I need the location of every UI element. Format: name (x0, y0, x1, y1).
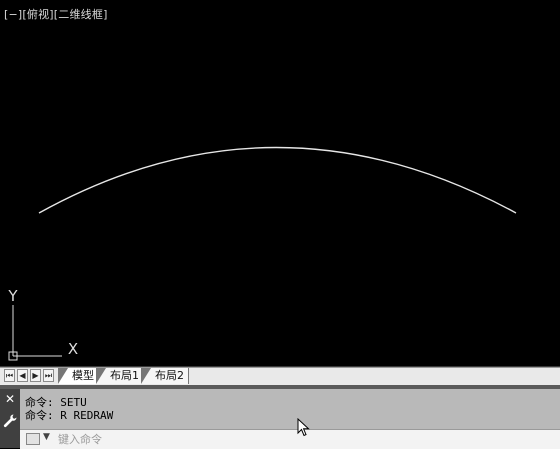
mouse-pointer-icon (297, 418, 310, 437)
ucs-icon: Y X (7, 287, 78, 361)
drawing-canvas[interactable]: Y X (0, 0, 560, 366)
last-tab-button[interactable]: ⏭ (43, 369, 54, 382)
chevron-down-icon[interactable]: ▼ (43, 432, 50, 442)
autocad-window: [−][俯视][二维线框] Y X ⏮ ◀ ▶ ⏭ 模型 布局1 布局2 ✕ 命… (0, 0, 560, 449)
close-icon[interactable]: ✕ (4, 393, 16, 405)
command-line-panel: ✕ 命令: SETU 命令: R REDRAW ▼ (0, 385, 560, 449)
command-input-row: ▼ (20, 429, 560, 449)
ucs-x-label: X (68, 340, 78, 358)
drawing-viewport[interactable]: [−][俯视][二维线框] Y X (0, 0, 560, 367)
command-history-line: 命令: R REDRAW (25, 409, 114, 422)
tab-layout1[interactable]: 布局1 (96, 368, 144, 384)
command-prompt-icon[interactable] (26, 433, 40, 445)
first-tab-button[interactable]: ⏮ (4, 369, 15, 382)
next-tab-button[interactable]: ▶ (30, 369, 41, 382)
command-line-sidebar: ✕ (0, 389, 20, 448)
previous-tab-button[interactable]: ◀ (17, 369, 28, 382)
tab-model[interactable]: 模型 (58, 368, 99, 384)
command-history: 命令: SETU 命令: R REDRAW (25, 396, 113, 422)
ucs-y-label: Y (7, 287, 18, 305)
arc-entity[interactable] (38, 146, 517, 214)
tab-layout2[interactable]: 布局2 (141, 368, 189, 384)
layout-tabs-bar: ⏮ ◀ ▶ ⏭ 模型 布局1 布局2 (0, 367, 560, 386)
command-history-line: 命令: SETU (25, 396, 87, 409)
wrench-icon[interactable] (2, 413, 18, 429)
